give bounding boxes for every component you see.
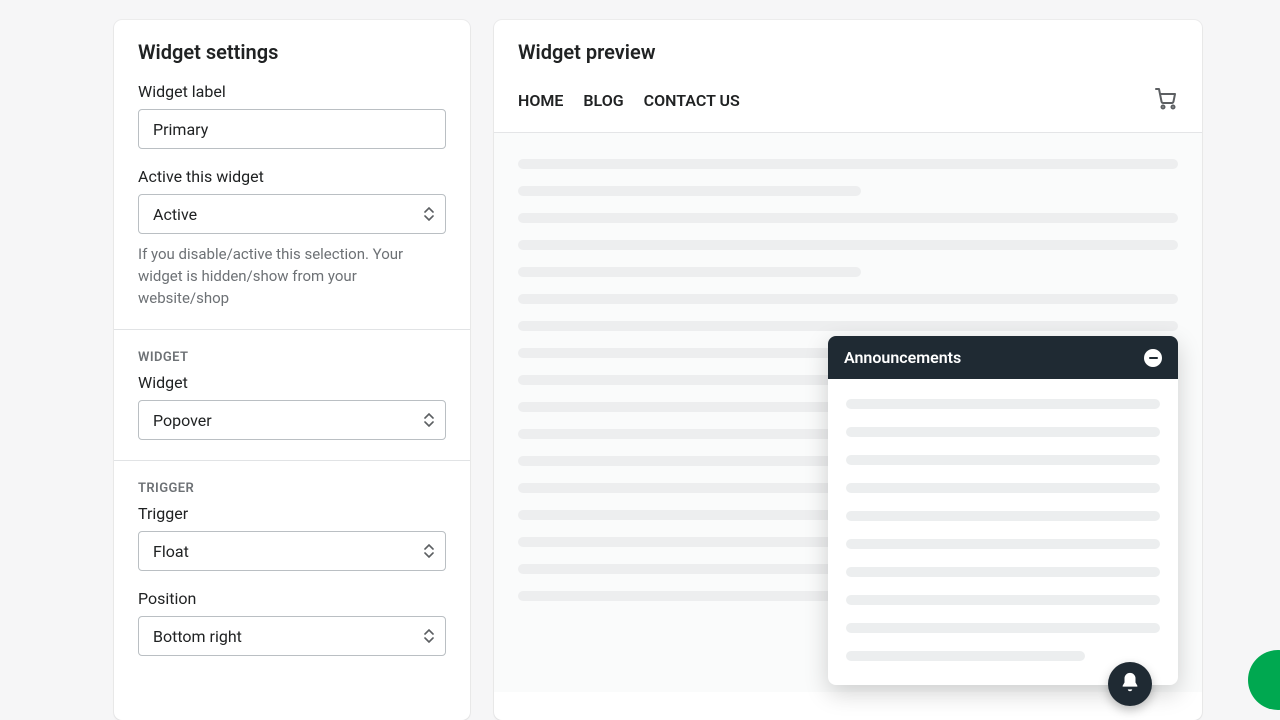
skeleton-line xyxy=(846,427,1160,437)
nav-home[interactable]: HOME xyxy=(518,91,563,110)
skeleton-line xyxy=(518,213,1178,223)
settings-title: Widget settings xyxy=(138,40,446,64)
announcements-popover: Announcements xyxy=(828,336,1178,685)
widget-preview-card: Widget preview HOME BLOG CONTACT US xyxy=(494,20,1202,720)
active-select[interactable]: Active xyxy=(138,194,446,234)
widget-type-label: Widget xyxy=(138,373,446,392)
skeleton-line xyxy=(518,267,861,277)
preview-nav: HOME BLOG CONTACT US xyxy=(518,86,1178,132)
skeleton-line xyxy=(846,595,1160,605)
skeleton-line xyxy=(518,321,1178,331)
skeleton-line xyxy=(846,483,1160,493)
skeleton-line xyxy=(518,186,861,196)
skeleton-line xyxy=(518,429,861,439)
bell-icon xyxy=(1119,671,1141,697)
skeleton-line xyxy=(518,348,861,358)
position-select[interactable]: Bottom right xyxy=(138,616,446,656)
widget-label-input[interactable] xyxy=(138,109,446,149)
skeleton-line xyxy=(846,651,1085,661)
skeleton-line xyxy=(518,591,861,601)
widget-trigger-button[interactable] xyxy=(1108,662,1152,706)
skeleton-line xyxy=(846,623,1160,633)
skeleton-line xyxy=(846,539,1160,549)
widget-section-heading: WIDGET xyxy=(138,350,446,365)
skeleton-line xyxy=(518,159,1178,169)
skeleton-line xyxy=(518,510,861,520)
widget-label-label: Widget label xyxy=(138,82,446,101)
skeleton-line xyxy=(846,399,1160,409)
cart-icon[interactable] xyxy=(1154,86,1178,114)
skeleton-line xyxy=(846,511,1160,521)
position-label: Position xyxy=(138,589,446,608)
nav-contact[interactable]: CONTACT US xyxy=(644,91,740,110)
popover-title: Announcements xyxy=(844,348,961,367)
popover-header: Announcements xyxy=(828,336,1178,379)
skeleton-line xyxy=(846,567,1160,577)
skeleton-line xyxy=(518,240,1178,250)
active-label: Active this widget xyxy=(138,167,446,186)
trigger-select[interactable]: Float xyxy=(138,531,446,571)
preview-title: Widget preview xyxy=(518,40,1178,64)
trigger-section-heading: TRIGGER xyxy=(138,481,446,496)
nav-blog[interactable]: BLOG xyxy=(583,91,623,110)
skeleton-line xyxy=(518,294,1178,304)
widget-settings-card: Widget settings Widget label Active this… xyxy=(114,20,470,720)
trigger-label: Trigger xyxy=(138,504,446,523)
minimize-icon[interactable] xyxy=(1144,349,1162,367)
widget-type-select[interactable]: Popover xyxy=(138,400,446,440)
skeleton-line xyxy=(846,455,1160,465)
active-help-text: If you disable/active this selection. Yo… xyxy=(138,244,446,309)
